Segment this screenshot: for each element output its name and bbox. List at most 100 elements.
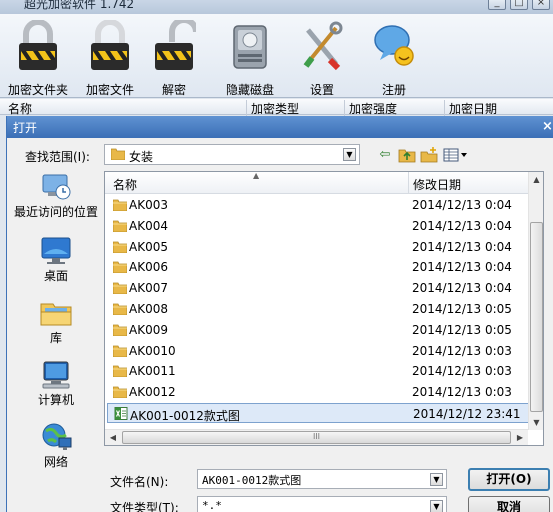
new-folder-icon[interactable] xyxy=(420,147,438,163)
sort-up-icon: ▲ xyxy=(253,171,260,180)
folder-row[interactable]: AK006 2014/12/13 0:04 xyxy=(107,257,537,277)
padlock-closed-icon xyxy=(91,20,129,70)
folder-icon xyxy=(111,148,125,160)
folder-row[interactable]: AK0011 2014/12/13 0:03 xyxy=(107,361,537,381)
screen: 超光加密软件 1.742 _ □ × 加密文件夹 加密文件 解密 隐藏磁盘 设置… xyxy=(0,0,553,512)
look-in-value: 女装 xyxy=(129,150,154,164)
filetype-dropdown[interactable]: *.* ▼ xyxy=(197,496,447,512)
folder-row[interactable]: AK007 2014/12/13 0:04 xyxy=(107,278,537,298)
up-folder-icon[interactable] xyxy=(398,147,416,163)
register-bubble-icon xyxy=(374,25,414,66)
app-title-bar: 超光加密软件 1.742 _ □ × xyxy=(0,0,553,14)
file-date: 2014/12/12 23:41 xyxy=(413,407,521,421)
file-name: AK007 xyxy=(129,281,168,295)
padlock-open-icon xyxy=(155,20,196,70)
folder-icon xyxy=(113,386,127,398)
encrypt-folder-label: 加密文件夹 xyxy=(7,83,68,97)
col-encrypt-date[interactable]: 加密日期 xyxy=(444,100,497,117)
file-date: 2014/12/13 0:04 xyxy=(412,281,512,295)
file-date: 2014/12/13 0:05 xyxy=(412,323,512,337)
desktop-icon xyxy=(41,237,71,264)
tools-icon xyxy=(303,21,343,71)
folder-row[interactable]: AK003 2014/12/13 0:04 xyxy=(107,195,537,215)
look-in-dropdown[interactable]: 女装 ▼ xyxy=(104,144,360,165)
filename-field[interactable]: AK001-0012款式图 ▼ xyxy=(197,469,447,489)
settings-button[interactable]: 设置 xyxy=(286,16,358,97)
file-name: AK0011 xyxy=(129,364,176,378)
place-recent-label: 最近访问的位置 xyxy=(13,205,98,219)
file-row[interactable]: AK001-0012款式图 2014/12/12 23:41 xyxy=(107,403,537,423)
filetype-value: *.* xyxy=(202,499,222,512)
folder-row[interactable]: AK005 2014/12/13 0:04 xyxy=(107,237,537,257)
horizontal-scroll-thumb[interactable]: III xyxy=(122,431,511,444)
look-in-label: 查找范围(I): xyxy=(25,150,90,164)
col-encrypt-type[interactable]: 加密类型 xyxy=(246,100,299,117)
folder-icon xyxy=(113,261,127,273)
folder-icon xyxy=(113,345,127,357)
place-computer-label: 计算机 xyxy=(37,393,74,407)
file-name: AK0010 xyxy=(129,344,176,358)
close-button[interactable]: × xyxy=(532,0,550,10)
encrypt-file-label: 加密文件 xyxy=(85,83,134,97)
folder-row[interactable]: AK0010 2014/12/13 0:03 xyxy=(107,341,537,361)
view-menu-icon[interactable] xyxy=(443,147,469,163)
place-libraries-label: 库 xyxy=(49,331,62,345)
vertical-scrollbar[interactable]: ▲ ▼ xyxy=(528,172,543,430)
scroll-right-icon[interactable]: ▶ xyxy=(512,430,528,445)
encrypt-file-button[interactable]: 加密文件 xyxy=(74,16,146,97)
folder-row[interactable]: AK004 2014/12/13 0:04 xyxy=(107,216,537,236)
chevron-down-icon[interactable]: ▼ xyxy=(343,148,356,161)
folder-icon xyxy=(113,282,127,294)
horizontal-scrollbar[interactable]: ◀ III ▶ xyxy=(105,429,528,445)
hard-disk-icon xyxy=(233,25,267,69)
back-arrow-icon[interactable]: ⇦ xyxy=(376,147,394,163)
folder-row[interactable]: AK009 2014/12/13 0:05 xyxy=(107,320,537,340)
file-list[interactable]: 名称 ▲ 修改日期 AK003 2014/12/13 0:04 AK004 2014/… xyxy=(104,171,544,446)
excel-file-icon xyxy=(114,407,128,420)
column-name-header[interactable]: 名称 xyxy=(113,176,137,193)
hide-disk-label: 隐藏磁盘 xyxy=(225,83,274,97)
file-date: 2014/12/13 0:04 xyxy=(412,219,512,233)
file-date: 2014/12/13 0:04 xyxy=(412,198,512,212)
libraries-icon xyxy=(40,303,72,326)
scroll-left-icon[interactable]: ◀ xyxy=(105,430,121,445)
dialog-title: 打开 xyxy=(13,121,38,135)
scroll-down-icon[interactable]: ▼ xyxy=(529,415,543,430)
open-button[interactable]: 打开(O) xyxy=(468,468,550,491)
file-name: AK003 xyxy=(129,198,168,212)
file-name: AK005 xyxy=(129,240,168,254)
col-name[interactable]: 名称 xyxy=(8,100,32,117)
register-button[interactable]: 注册 xyxy=(358,16,430,97)
dialog-close-button[interactable]: × xyxy=(542,119,553,135)
app-title: 超光加密软件 1.742 xyxy=(24,0,135,11)
recent-places-icon xyxy=(42,174,71,200)
minimize-button[interactable]: _ xyxy=(488,0,506,10)
folder-icon xyxy=(113,220,127,232)
maximize-button[interactable]: □ xyxy=(510,0,528,10)
chevron-down-icon[interactable]: ▼ xyxy=(430,500,443,512)
hide-disk-button[interactable]: 隐藏磁盘 xyxy=(214,16,286,97)
chevron-down-icon[interactable]: ▼ xyxy=(430,473,443,486)
decrypt-button[interactable]: 解密 xyxy=(138,16,210,97)
encrypt-folder-button[interactable]: 加密文件夹 xyxy=(2,16,74,97)
open-dialog: 打开 × 查找范围(I): 女装 ▼ ⇦ 最近访问的位置 桌面 库 计算机 网络… xyxy=(6,116,553,512)
cancel-button[interactable]: 取消 xyxy=(468,496,550,512)
folder-icon xyxy=(113,365,127,377)
padlock-closed-icon xyxy=(19,20,57,70)
folder-row[interactable]: AK008 2014/12/13 0:05 xyxy=(107,299,537,319)
folder-icon xyxy=(113,241,127,253)
folder-icon xyxy=(113,324,127,336)
scroll-up-icon[interactable]: ▲ xyxy=(529,172,543,187)
file-date: 2014/12/13 0:03 xyxy=(412,385,512,399)
vertical-scroll-thumb[interactable] xyxy=(530,222,543,412)
file-name: AK009 xyxy=(129,323,168,337)
places-bar: 最近访问的位置 桌面 库 计算机 网络 xyxy=(11,170,101,470)
folder-icon xyxy=(113,199,127,211)
col-encrypt-strength[interactable]: 加密强度 xyxy=(344,100,397,117)
folder-row[interactable]: AK0012 2014/12/13 0:03 xyxy=(107,382,537,402)
column-date-header[interactable]: 修改日期 xyxy=(408,172,461,194)
file-date: 2014/12/13 0:04 xyxy=(412,240,512,254)
dialog-title-bar[interactable]: 打开 × xyxy=(7,116,553,138)
file-date: 2014/12/13 0:04 xyxy=(412,260,512,274)
computer-icon xyxy=(42,361,70,389)
